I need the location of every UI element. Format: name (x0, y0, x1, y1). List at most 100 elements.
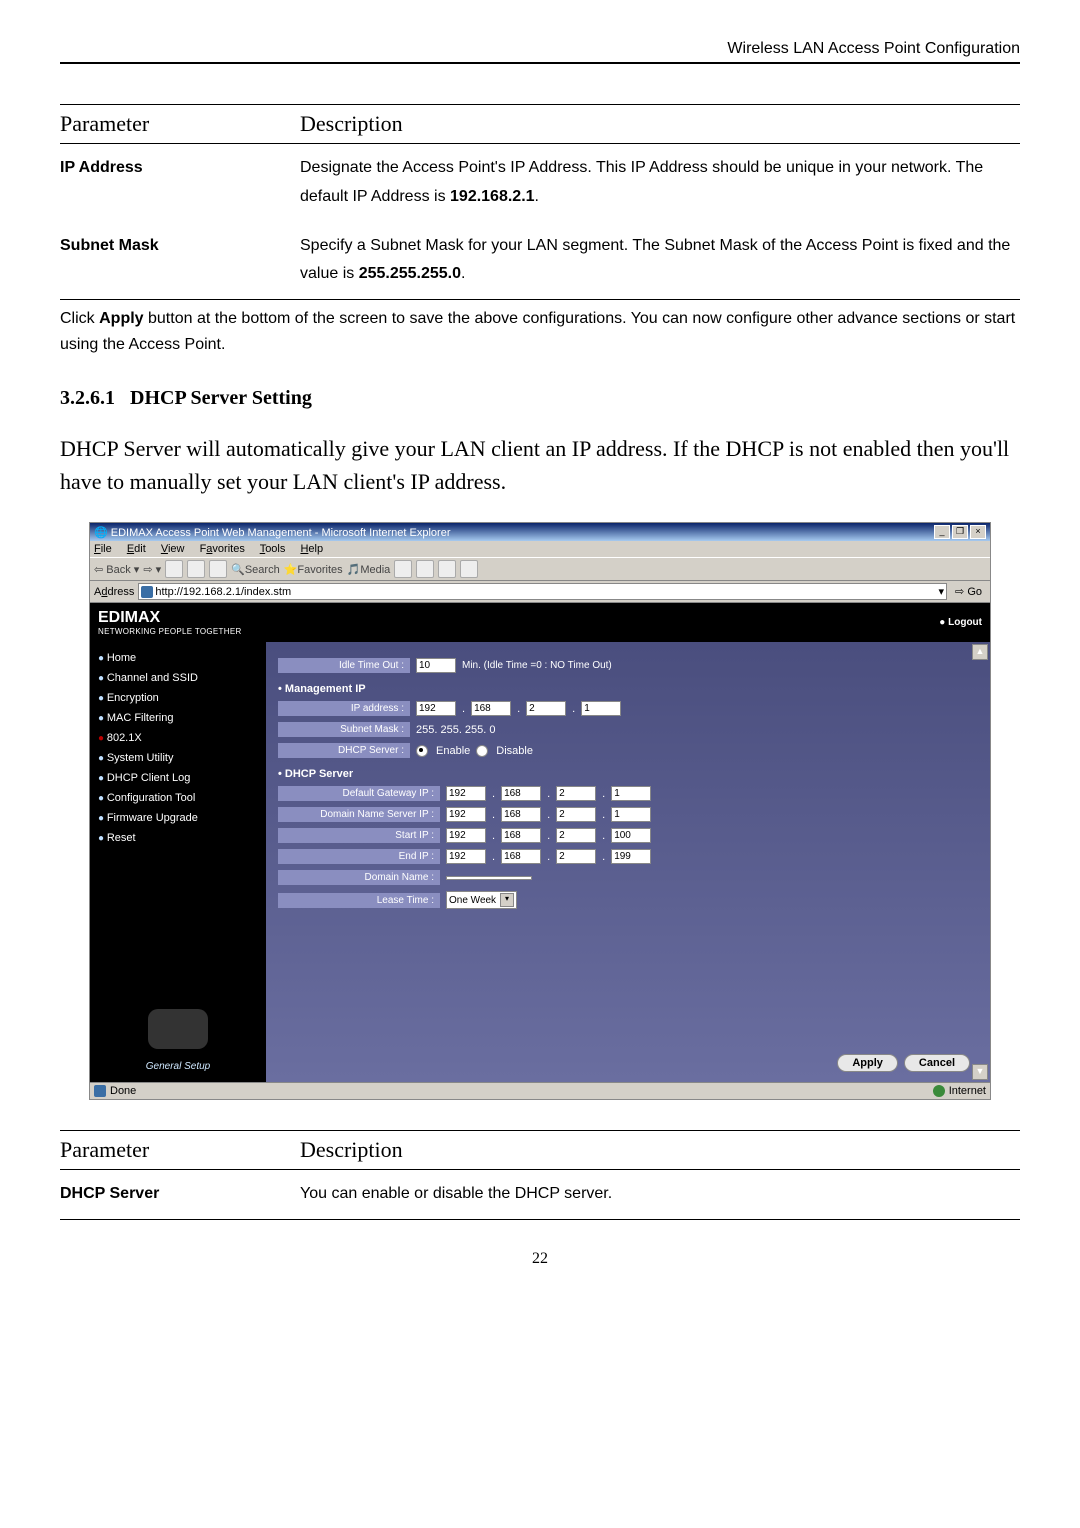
page-icon (141, 586, 153, 598)
edit-icon[interactable] (460, 560, 478, 578)
dns-2[interactable]: 168 (501, 807, 541, 822)
sidebar-item-system-utility[interactable]: System Utility (98, 752, 258, 764)
brand-logo: EDIMAX (98, 609, 242, 627)
td-param: DHCP Server (60, 1170, 300, 1220)
param-table-2: Parameter Description DHCP Server You ca… (60, 1130, 1020, 1220)
gw-2[interactable]: 168 (501, 786, 541, 801)
th-parameter: Parameter (60, 105, 300, 144)
end-2[interactable]: 168 (501, 849, 541, 864)
lease-time-select[interactable]: One Week▾ (446, 891, 517, 909)
sidebar-item-8021x[interactable]: 802.1X (98, 732, 258, 744)
addressbar: Address http://192.168.2.1/index.stm ▾ ⇨… (90, 581, 990, 603)
sidebar-item-mac-filtering[interactable]: MAC Filtering (98, 712, 258, 724)
scroll-down-icon[interactable]: ▼ (972, 1064, 988, 1080)
td-desc: You can enable or disable the DHCP serve… (300, 1170, 1020, 1220)
sidebar-item-firmware-upgrade[interactable]: Firmware Upgrade (98, 812, 258, 824)
refresh-icon[interactable] (187, 560, 205, 578)
logout-link[interactable]: Logout (939, 617, 982, 628)
ip-address-label: IP address : (278, 701, 410, 716)
dns-1[interactable]: 192 (446, 807, 486, 822)
th-description: Description (300, 1131, 1020, 1170)
dns-4[interactable]: 1 (611, 807, 651, 822)
home-icon[interactable] (209, 560, 227, 578)
sidebar-footer: General Setup (98, 1061, 258, 1072)
maximize-button[interactable]: ❐ (952, 525, 968, 539)
print-icon[interactable] (438, 560, 456, 578)
close-button[interactable]: × (970, 525, 986, 539)
idle-timeout-label: Idle Time Out : (278, 658, 410, 673)
ip-octet-3[interactable]: 2 (526, 701, 566, 716)
sidebar-logo-icon (148, 1009, 208, 1049)
sidebar-item-reset[interactable]: Reset (98, 832, 258, 844)
idle-timeout-input[interactable]: 10 (416, 658, 456, 673)
start-2[interactable]: 168 (501, 828, 541, 843)
domain-name-input[interactable] (446, 876, 532, 880)
menubar: File Edit View Favorites Tools Help (90, 541, 990, 557)
gw-4[interactable]: 1 (611, 786, 651, 801)
lease-time-label: Lease Time : (278, 893, 440, 908)
done-icon (94, 1085, 106, 1097)
menu-edit[interactable]: Edit (127, 543, 146, 555)
minimize-button[interactable]: _ (934, 525, 950, 539)
td-param: IP Address (60, 144, 300, 222)
start-1[interactable]: 192 (446, 828, 486, 843)
search-button[interactable]: 🔍Search (231, 563, 280, 576)
ie-icon: 🌐 EDIMAX Access Point Web Management - M… (94, 526, 450, 539)
end-3[interactable]: 2 (556, 849, 596, 864)
dns-label: Domain Name Server IP : (278, 807, 440, 822)
cancel-button[interactable]: Cancel (904, 1054, 970, 1072)
go-button[interactable]: ⇨ Go (951, 584, 986, 599)
stop-icon[interactable] (165, 560, 183, 578)
ip-octet-2[interactable]: 168 (471, 701, 511, 716)
subnet-mask-value: 255. 255. 255. 0 (416, 724, 496, 736)
section-paragraph: DHCP Server will automatically give your… (60, 432, 1020, 498)
dns-3[interactable]: 2 (556, 807, 596, 822)
apply-button[interactable]: Apply (837, 1054, 898, 1072)
sidebar-item-encryption[interactable]: Encryption (98, 692, 258, 704)
start-4[interactable]: 100 (611, 828, 651, 843)
th-description: Description (300, 105, 1020, 144)
favorites-button[interactable]: ⭐Favorites (284, 563, 343, 576)
dhcp-disable-radio[interactable] (476, 745, 488, 757)
th-parameter: Parameter (60, 1131, 300, 1170)
menu-favorites[interactable]: Favorites (200, 543, 245, 555)
disable-label: Disable (496, 745, 533, 757)
toolbar: ⇦ Back ▾ ⇨ ▾ 🔍Search ⭐Favorites 🎵Media (90, 557, 990, 581)
address-input[interactable]: http://192.168.2.1/index.stm ▾ (138, 583, 947, 600)
ip-octet-4[interactable]: 1 (581, 701, 621, 716)
start-3[interactable]: 2 (556, 828, 596, 843)
forward-button[interactable]: ⇨ ▾ (143, 563, 161, 576)
media-button[interactable]: 🎵Media (347, 563, 391, 576)
page-number: 22 (60, 1250, 1020, 1268)
ip-octet-1[interactable]: 192 (416, 701, 456, 716)
gw-1[interactable]: 192 (446, 786, 486, 801)
history-icon[interactable] (394, 560, 412, 578)
zone-text: Internet (949, 1085, 986, 1097)
page-header: Wireless LAN Access Point Configuration (60, 40, 1020, 64)
mail-icon[interactable] (416, 560, 434, 578)
end-4[interactable]: 199 (611, 849, 651, 864)
gateway-label: Default Gateway IP : (278, 786, 440, 801)
menu-file[interactable]: File (94, 543, 112, 555)
back-button[interactable]: ⇦ Back ▾ (94, 563, 139, 576)
scroll-up-icon[interactable]: ▲ (972, 644, 988, 660)
titlebar: 🌐 EDIMAX Access Point Web Management - M… (90, 523, 990, 541)
domain-name-label: Domain Name : (278, 870, 440, 885)
sidebar-item-channel-ssid[interactable]: Channel and SSID (98, 672, 258, 684)
sidebar-item-dhcp-client-log[interactable]: DHCP Client Log (98, 772, 258, 784)
menu-view[interactable]: View (161, 543, 185, 555)
start-ip-label: Start IP : (278, 828, 440, 843)
sidebar-item-configuration-tool[interactable]: Configuration Tool (98, 792, 258, 804)
sidebar-item-home[interactable]: Home (98, 652, 258, 664)
globe-icon (933, 1085, 945, 1097)
menu-tools[interactable]: Tools (260, 543, 286, 555)
menu-help[interactable]: Help (300, 543, 323, 555)
brand-sub: NETWORKING PEOPLE TOGETHER (98, 627, 242, 636)
gw-3[interactable]: 2 (556, 786, 596, 801)
brand-bar: EDIMAX NETWORKING PEOPLE TOGETHER Logout (90, 603, 990, 642)
dhcp-server-label: DHCP Server : (278, 743, 410, 758)
end-1[interactable]: 192 (446, 849, 486, 864)
address-label: Address (94, 586, 134, 598)
subnet-mask-label: Subnet Mask : (278, 722, 410, 737)
dhcp-enable-radio[interactable] (416, 745, 428, 757)
